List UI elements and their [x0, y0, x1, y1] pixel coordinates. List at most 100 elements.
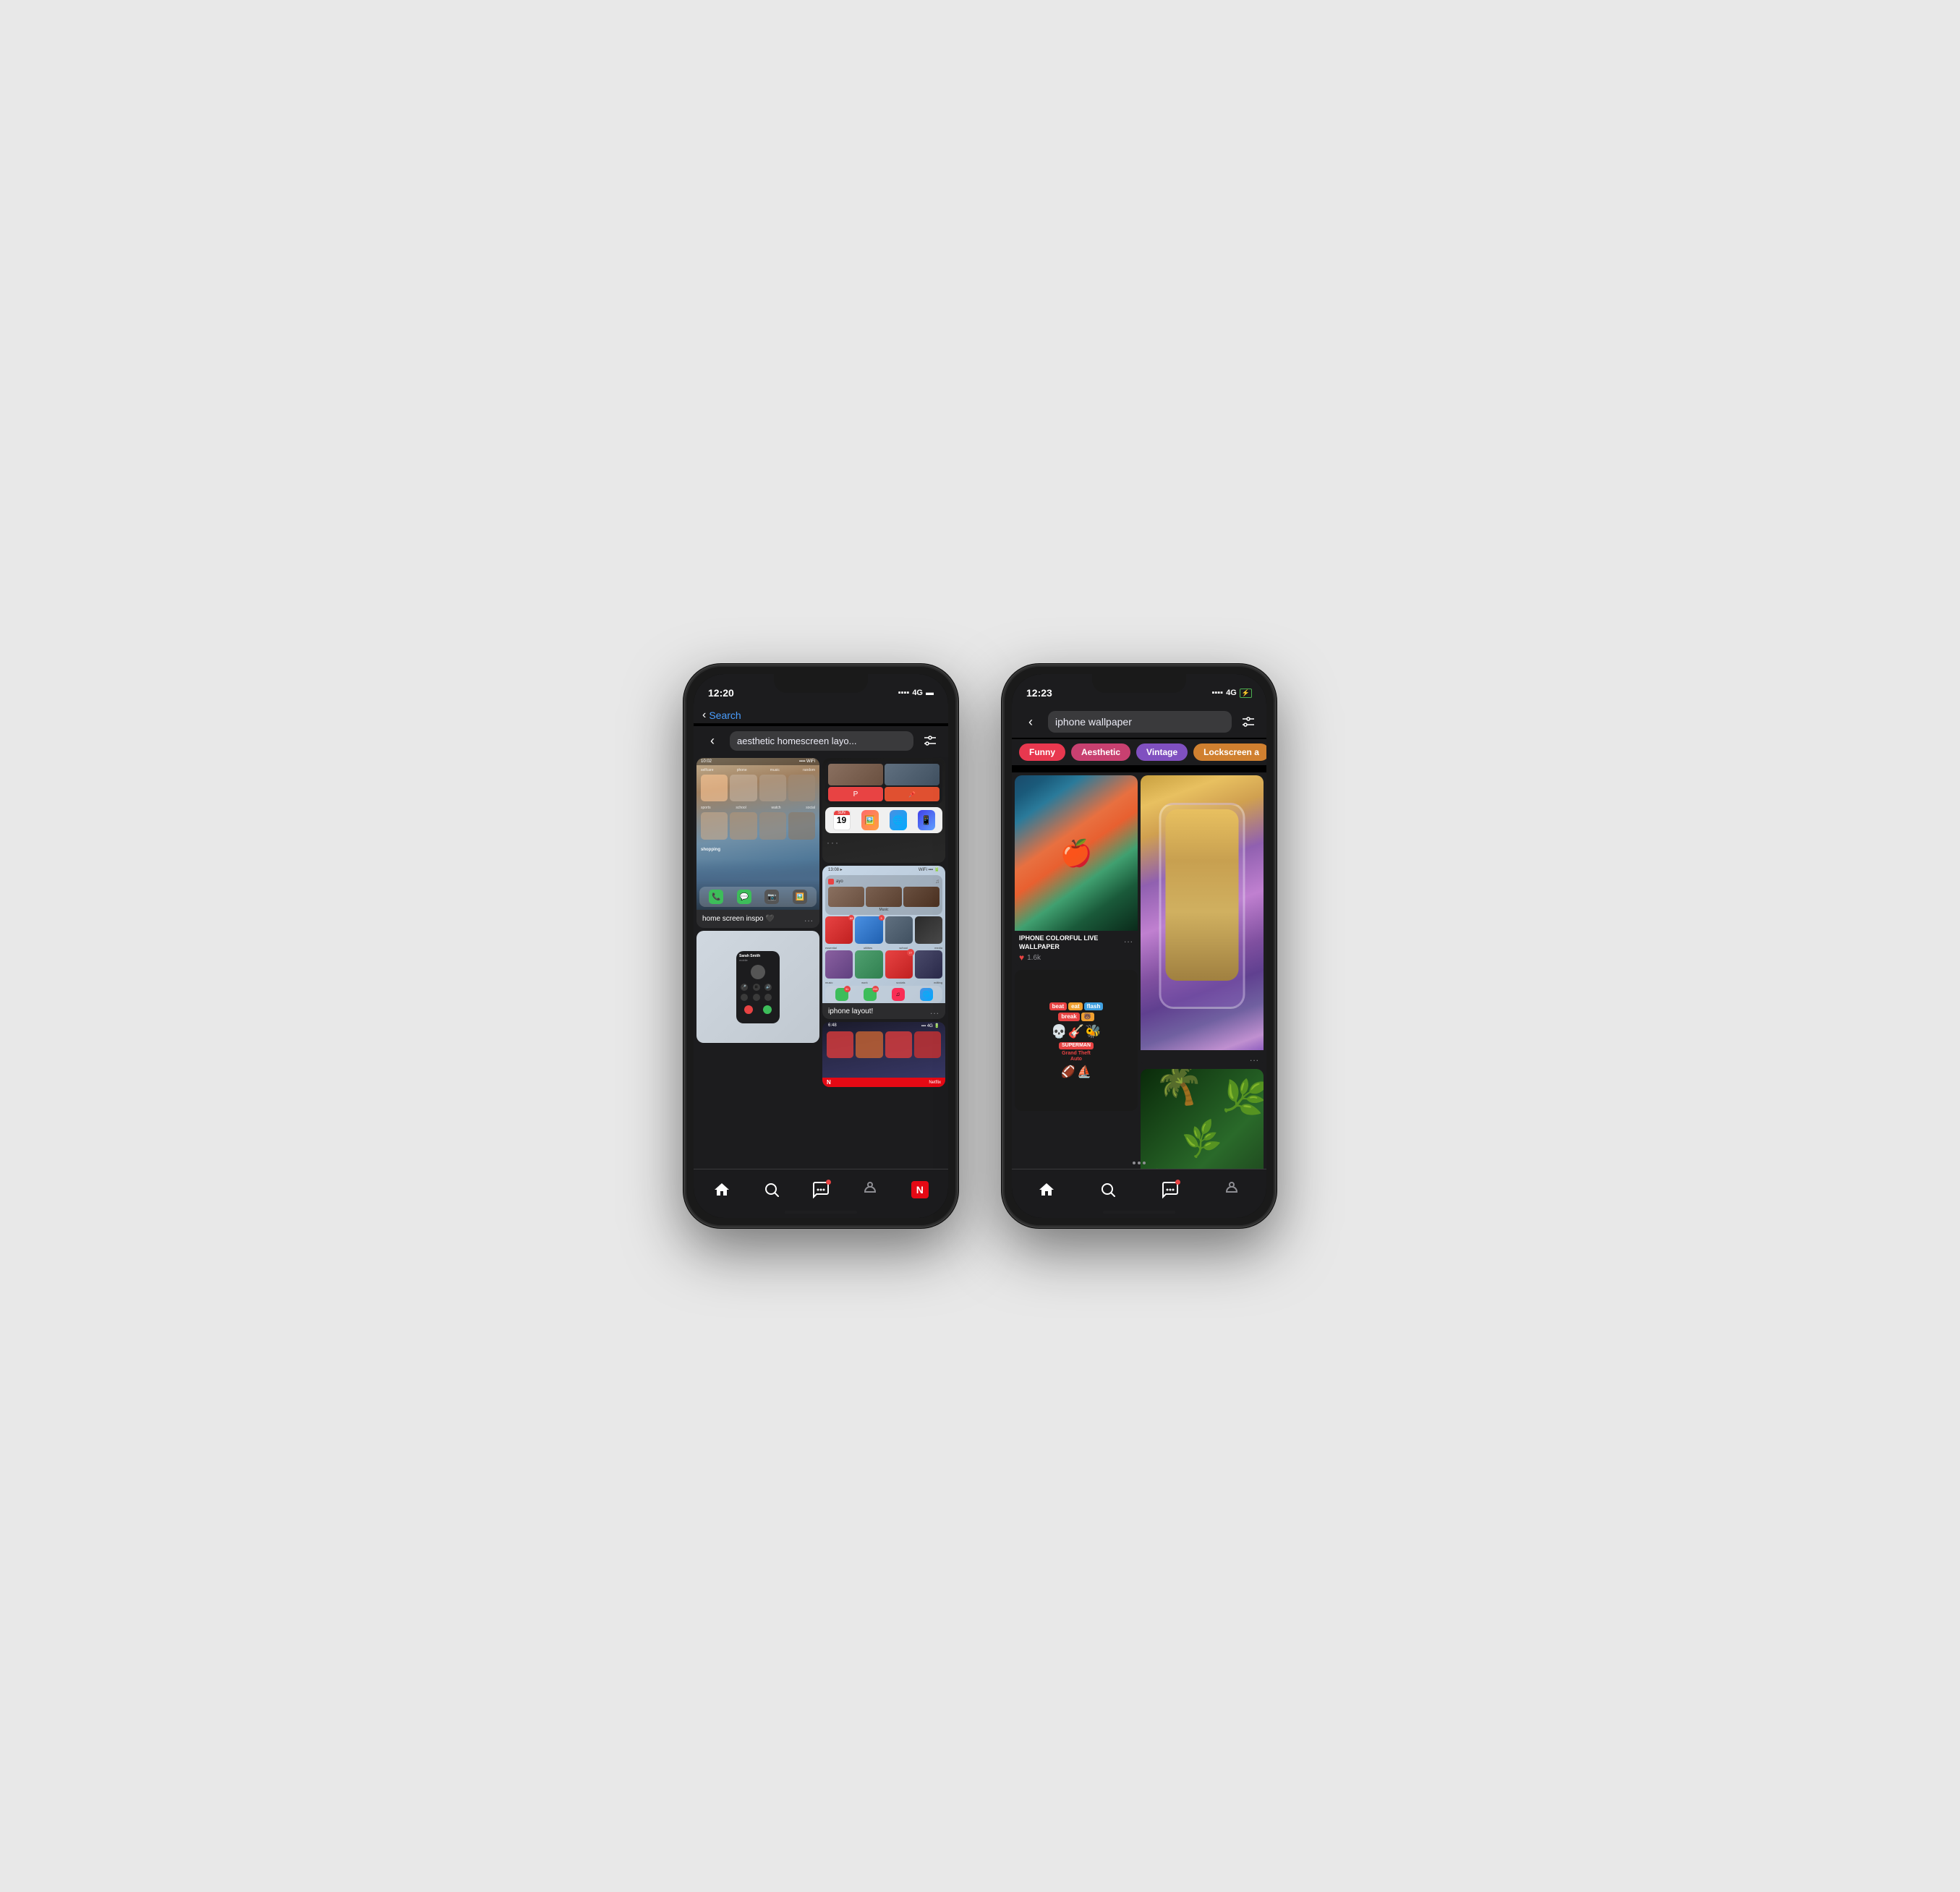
- phone-1-search-bar[interactable]: ‹ aesthetic homescreen layo...: [694, 726, 948, 757]
- layout-status: 13:08 ▸ WiFi ▪▪▪ 🔋: [822, 866, 945, 874]
- phone2-status-icons: ▪▪▪▪ 4G ⚡: [1211, 689, 1252, 698]
- phone2-filter-icon: [1241, 715, 1256, 729]
- phone2-volume-down-button: [1002, 841, 1003, 882]
- phone2-chat-notification-dot: [1175, 1180, 1180, 1185]
- phone2-volume-up-button: [1002, 792, 1003, 832]
- card-1-footer: home screen inspo 🖤 ...: [696, 910, 819, 928]
- mute-button: [683, 759, 685, 783]
- card-iphone-layout[interactable]: 13:08 ▸ WiFi ▪▪▪ 🔋 ayo ♫: [822, 866, 945, 1019]
- marble-footer: ...: [1141, 1050, 1264, 1066]
- search-query-text: aesthetic homescreen layo...: [737, 736, 906, 746]
- phone2-nav-pin[interactable]: [1223, 1181, 1240, 1198]
- nav-search[interactable]: [763, 1181, 780, 1198]
- music-widget: ayo ♫ Music: [825, 875, 942, 915]
- card-nebula[interactable]: 🍎 IPHONE COLORFUL LIVE WALLPAPER ... ♥: [1015, 775, 1138, 967]
- phone-1-col-left: 10:02▪▪▪▪ WiFi selfcare phone music: [696, 758, 819, 1087]
- phone2-power-button: [1275, 799, 1277, 857]
- phone2-pin-nav-icon: [1223, 1181, 1240, 1198]
- phone-1-grid: 10:02▪▪▪▪ WiFi selfcare phone music: [694, 755, 948, 1090]
- phone-2-screen: 12:23 ▪▪▪▪ 4G ⚡ ‹ iphone wallpaper: [1012, 674, 1266, 1218]
- phone-2-grid: 🍎 IPHONE COLORFUL LIVE WALLPAPER ... ♥: [1012, 772, 1266, 1169]
- phone-2: 12:23 ▪▪▪▪ 4G ⚡ ‹ iphone wallpaper: [1002, 664, 1277, 1228]
- nebula-likes: ♥ 1.6k: [1019, 953, 1133, 963]
- phone2-search-nav-icon: [1099, 1181, 1117, 1198]
- card-marble[interactable]: ...: [1141, 775, 1264, 1066]
- icon-labels-row: selfcare phone music random: [698, 768, 818, 772]
- phone2-battery-icon: ⚡: [1240, 689, 1252, 698]
- phone-1-bottom-nav: N: [694, 1169, 948, 1218]
- calling-image: Sarah Smith mobile 🎤 ⊞ 🔊: [696, 931, 819, 1043]
- light-dock: 31 209 ♫ 🌐: [825, 986, 942, 1003]
- card-homescreen-inspo[interactable]: 10:02▪▪▪▪ WiFi selfcare phone music: [696, 758, 819, 928]
- time-display: 12:20: [708, 687, 734, 699]
- power-button: [957, 799, 958, 857]
- back-chevron-icon: ‹: [702, 709, 706, 722]
- hs2-status: 6:48 ▪▪▪ 4G 🔋: [822, 1022, 945, 1030]
- homescreen-image: 10:02▪▪▪▪ WiFi selfcare phone music: [696, 758, 819, 910]
- pinterest-image: P 📌 SUN 19: [822, 758, 945, 863]
- volume-up-button: [683, 792, 685, 832]
- nav-pin[interactable]: [861, 1181, 879, 1198]
- phone2-back-button[interactable]: ‹: [1019, 710, 1042, 733]
- nebula-dots[interactable]: ...: [1124, 934, 1133, 945]
- card-2-dots[interactable]: ...: [930, 1006, 939, 1016]
- phone2-nav-chat[interactable]: [1162, 1181, 1179, 1198]
- light-icons: 88 3 essential utilities: [825, 916, 942, 984]
- stickers-content: beat eat flash break 🐻: [1045, 998, 1108, 1083]
- phone-2-col-left: 🍎 IPHONE COLORFUL LIVE WALLPAPER ... ♥: [1015, 775, 1138, 1169]
- phone2-search-input[interactable]: iphone wallpaper: [1048, 711, 1232, 733]
- tag-lockscreen[interactable]: Lockscreen a: [1193, 743, 1266, 761]
- nav-home[interactable]: [713, 1181, 730, 1198]
- phone2-nav-search[interactable]: [1099, 1181, 1117, 1198]
- phone2-filter-button[interactable]: [1237, 711, 1259, 733]
- mini-status: 10:02▪▪▪▪ WiFi: [696, 758, 819, 765]
- phone2-search-text: iphone wallpaper: [1055, 716, 1224, 728]
- netflix-bar: N Netflix: [822, 1078, 945, 1087]
- network-icon: 4G: [912, 689, 923, 697]
- marble-image: [1141, 775, 1264, 1050]
- leaf-emoji-2: 🌿: [1217, 1071, 1264, 1124]
- phone-2-search-bar[interactable]: ‹ iphone wallpaper: [1012, 706, 1266, 738]
- nav-chat[interactable]: [812, 1181, 830, 1198]
- tag-aesthetic[interactable]: Aesthetic: [1071, 743, 1130, 761]
- home-nav-icon: [713, 1181, 730, 1198]
- dock: 📞 💬 📷 🖼️: [699, 887, 817, 907]
- card-calling[interactable]: Sarah Smith mobile 🎤 ⊞ 🔊: [696, 931, 819, 1043]
- marble-dots[interactable]: ...: [1250, 1053, 1259, 1063]
- mini-phone: Sarah Smith mobile 🎤 ⊞ 🔊: [736, 951, 780, 1023]
- phone-1-frame: 12:20 ▪▪▪▪ 4G ▬ ‹ Search ‹: [683, 664, 958, 1228]
- icons-row-1: [698, 775, 818, 801]
- phone-1: 12:20 ▪▪▪▪ 4G ▬ ‹ Search ‹: [683, 664, 958, 1228]
- nebula-image: 🍎: [1015, 775, 1138, 931]
- phone2-home-nav-icon: [1038, 1181, 1055, 1198]
- tag-funny[interactable]: Funny: [1019, 743, 1065, 761]
- card-2-footer: iphone layout! ...: [822, 1003, 945, 1019]
- search-input-bar[interactable]: aesthetic homescreen layo...: [730, 731, 913, 751]
- card-homescreen-2[interactable]: 6:48 ▪▪▪ 4G 🔋: [822, 1022, 945, 1087]
- phone2-notch: [1092, 674, 1186, 693]
- card-stickers[interactable]: beat eat flash break 🐻: [1015, 970, 1138, 1111]
- tag-vintage[interactable]: Vintage: [1136, 743, 1188, 761]
- iphone-layout-image: 13:08 ▸ WiFi ▪▪▪ 🔋 ayo ♫: [822, 866, 945, 1003]
- card-1-title: home screen inspo 🖤: [702, 915, 775, 923]
- heart-icon: ♥: [1019, 953, 1024, 963]
- phone2-network-icon: 4G: [1226, 689, 1237, 697]
- card-1-dots[interactable]: ...: [804, 913, 814, 924]
- back-arrow-button[interactable]: ‹: [701, 729, 724, 752]
- filter-button[interactable]: [919, 730, 941, 751]
- nav-netflix[interactable]: N: [911, 1181, 929, 1198]
- nebula-card-footer: IPHONE COLORFUL LIVE WALLPAPER ... ♥ 1.6…: [1015, 931, 1138, 967]
- phone-2-col-right: ... 🌿 🌿 🌿 🌿: [1141, 775, 1264, 1169]
- phone2-mute-button: [1002, 759, 1003, 783]
- chat-notification-dot: [826, 1180, 831, 1185]
- phone-1-screen: 12:20 ▪▪▪▪ 4G ▬ ‹ Search ‹: [694, 674, 948, 1218]
- shopping-label: shopping: [698, 841, 818, 854]
- back-navigation[interactable]: ‹ Search: [702, 709, 939, 722]
- phone-1-back-row: ‹ Search: [694, 706, 948, 723]
- card-pinterest-homescreen[interactable]: P 📌 SUN 19: [822, 758, 945, 863]
- back-label[interactable]: Search: [709, 710, 741, 721]
- icon-labels-row2: sports school watch social: [698, 806, 818, 810]
- phone2-nav-home[interactable]: [1038, 1181, 1055, 1198]
- battery-icon: ▬: [926, 689, 934, 697]
- card-tropical[interactable]: 🌿 🌿 🌿 🌿 🌴: [1141, 1069, 1264, 1169]
